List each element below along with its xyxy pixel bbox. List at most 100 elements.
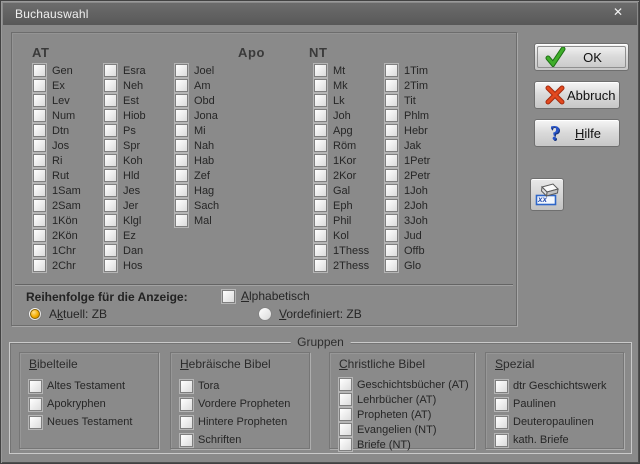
book-label[interactable]: Jona xyxy=(194,110,218,122)
checkbox[interactable] xyxy=(339,378,352,391)
checkbox[interactable] xyxy=(175,184,188,197)
book-checkbox-row[interactable]: Nah xyxy=(175,138,219,153)
book-checkbox-row[interactable]: Est xyxy=(104,93,146,108)
book-checkbox-row[interactable]: Hiob xyxy=(104,108,146,123)
book-checkbox-row[interactable]: Mi xyxy=(175,123,219,138)
help-button[interactable]: ? Hilfe xyxy=(534,119,620,147)
group-checkbox-row[interactable]: Hintere Propheten xyxy=(180,413,309,431)
book-label[interactable]: Rut xyxy=(52,170,69,182)
checkbox[interactable] xyxy=(33,259,46,272)
ok-button[interactable]: OK xyxy=(534,43,629,71)
checkbox[interactable] xyxy=(495,398,508,411)
book-checkbox-row[interactable]: Offb xyxy=(385,243,430,258)
group-item-label[interactable]: Tora xyxy=(198,380,219,392)
book-checkbox-row[interactable]: Jak xyxy=(385,138,430,153)
radio-button[interactable] xyxy=(28,307,42,321)
checkbox[interactable] xyxy=(180,380,193,393)
book-label[interactable]: 1Kön xyxy=(52,215,78,227)
checkbox[interactable] xyxy=(175,214,188,227)
checkbox[interactable] xyxy=(314,184,327,197)
group-item-label[interactable]: Schriften xyxy=(198,434,241,446)
book-checkbox-row[interactable]: Num xyxy=(33,108,81,123)
book-label[interactable]: Röm xyxy=(333,140,356,152)
checkbox[interactable] xyxy=(314,259,327,272)
alphabetical-checkbox-row[interactable]: Alphabetisch xyxy=(222,289,310,303)
book-checkbox-row[interactable]: 2Chr xyxy=(33,258,81,273)
group-item-label[interactable]: Paulinen xyxy=(513,398,556,410)
book-checkbox-row[interactable]: 1Kor xyxy=(314,153,369,168)
book-checkbox-row[interactable]: 2Tim xyxy=(385,78,430,93)
checkbox[interactable] xyxy=(180,398,193,411)
book-label[interactable]: 2Joh xyxy=(404,200,428,212)
checkbox[interactable] xyxy=(104,244,117,257)
group-checkbox-row[interactable]: Tora xyxy=(180,377,309,395)
book-checkbox-row[interactable]: Lk xyxy=(314,93,369,108)
checkbox[interactable] xyxy=(385,124,398,137)
book-checkbox-row[interactable]: 2Sam xyxy=(33,198,81,213)
book-label[interactable]: Ri xyxy=(52,155,62,167)
book-checkbox-row[interactable]: Phil xyxy=(314,213,369,228)
checkbox[interactable] xyxy=(33,199,46,212)
book-label[interactable]: Num xyxy=(52,110,75,122)
book-checkbox-row[interactable]: Dan xyxy=(104,243,146,258)
checkbox[interactable] xyxy=(175,154,188,167)
group-item-label[interactable]: Geschichtsbücher (AT) xyxy=(357,379,469,391)
checkbox[interactable] xyxy=(104,154,117,167)
book-checkbox-row[interactable]: Sach xyxy=(175,198,219,213)
book-checkbox-row[interactable]: Hld xyxy=(104,168,146,183)
checkbox[interactable] xyxy=(339,408,352,421)
book-label[interactable]: 1Joh xyxy=(404,185,428,197)
book-checkbox-row[interactable]: Glo xyxy=(385,258,430,273)
book-checkbox-row[interactable]: 2Kor xyxy=(314,168,369,183)
book-label[interactable]: Jer xyxy=(123,200,138,212)
checkbox[interactable] xyxy=(104,184,117,197)
group-checkbox-row[interactable]: Propheten (AT) xyxy=(339,407,474,422)
group-checkbox-row[interactable]: Briefe (NT) xyxy=(339,437,474,452)
checkbox[interactable] xyxy=(29,416,42,429)
group-item-label[interactable]: Briefe (NT) xyxy=(357,439,411,451)
checkbox[interactable] xyxy=(104,229,117,242)
book-label[interactable]: Phil xyxy=(333,215,351,227)
checkbox[interactable] xyxy=(385,214,398,227)
book-checkbox-row[interactable]: Spr xyxy=(104,138,146,153)
book-label[interactable]: Est xyxy=(123,95,139,107)
book-label[interactable]: Klgl xyxy=(123,215,141,227)
book-checkbox-row[interactable]: 2Petr xyxy=(385,168,430,183)
book-checkbox-row[interactable]: Neh xyxy=(104,78,146,93)
checkbox[interactable] xyxy=(33,229,46,242)
checkbox[interactable] xyxy=(385,199,398,212)
book-label[interactable]: Mt xyxy=(333,65,345,77)
checkbox[interactable] xyxy=(314,169,327,182)
book-label[interactable]: Jes xyxy=(123,185,140,197)
book-checkbox-row[interactable]: Jud xyxy=(385,228,430,243)
book-label[interactable]: Esra xyxy=(123,65,146,77)
book-label[interactable]: Nah xyxy=(194,140,214,152)
checkbox[interactable] xyxy=(175,109,188,122)
book-label[interactable]: Joel xyxy=(194,65,214,77)
checkbox[interactable] xyxy=(104,259,117,272)
book-checkbox-row[interactable]: 1Kön xyxy=(33,213,81,228)
book-checkbox-row[interactable]: Gal xyxy=(314,183,369,198)
group-item-label[interactable]: Altes Testament xyxy=(47,380,125,392)
checkbox[interactable] xyxy=(104,109,117,122)
radio-current-order[interactable]: Aktuell: ZB xyxy=(28,307,107,321)
group-checkbox-row[interactable]: Evangelien (NT) xyxy=(339,422,474,437)
radio-label[interactable]: Vordefiniert: ZB xyxy=(279,307,362,321)
checkbox[interactable] xyxy=(175,139,188,152)
book-label[interactable]: Eph xyxy=(333,200,353,212)
checkbox[interactable] xyxy=(385,229,398,242)
checkbox[interactable] xyxy=(175,169,188,182)
book-label[interactable]: Hld xyxy=(123,170,140,182)
book-checkbox-row[interactable]: Hebr xyxy=(385,123,430,138)
group-item-label[interactable]: kath. Briefe xyxy=(513,434,569,446)
group-checkbox-row[interactable]: Apokryphen xyxy=(29,395,158,413)
checkbox[interactable] xyxy=(33,184,46,197)
group-item-label[interactable]: Propheten (AT) xyxy=(357,409,431,421)
checkbox[interactable] xyxy=(314,229,327,242)
book-label[interactable]: 1Petr xyxy=(404,155,430,167)
book-checkbox-row[interactable]: Eph xyxy=(314,198,369,213)
checkbox[interactable] xyxy=(104,214,117,227)
book-label[interactable]: Mi xyxy=(194,125,206,137)
book-checkbox-row[interactable]: Hag xyxy=(175,183,219,198)
book-label[interactable]: 1Tim xyxy=(404,65,428,77)
